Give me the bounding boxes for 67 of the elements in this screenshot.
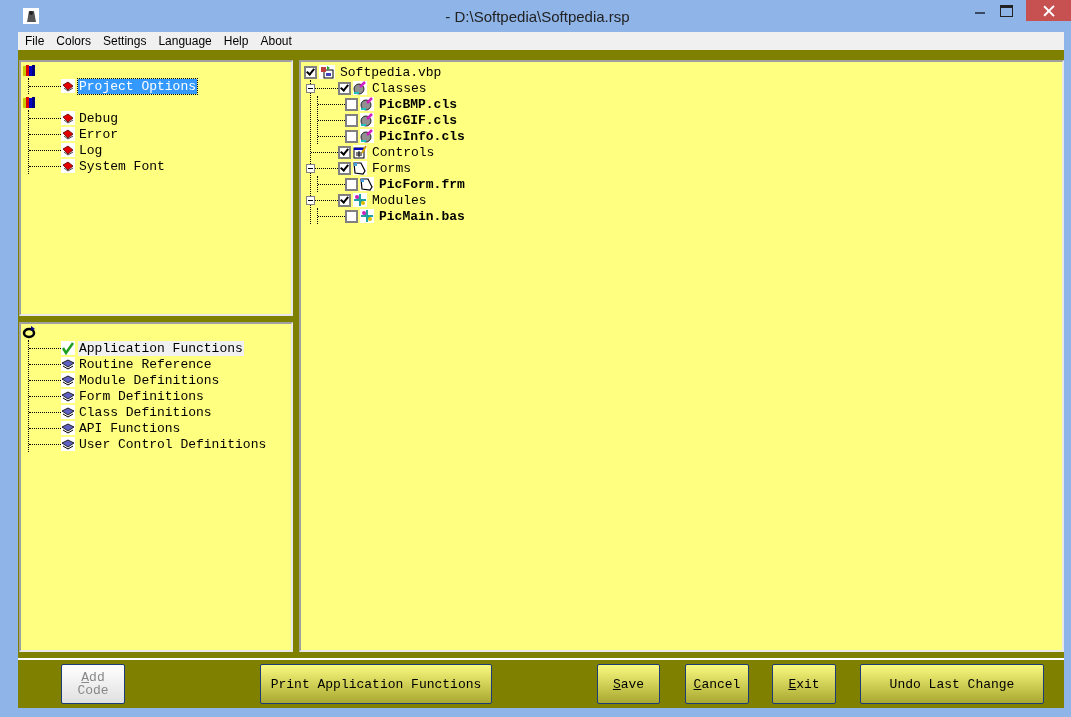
tree-item[interactable]: Forms [372, 160, 411, 176]
tree-item[interactable]: API Functions [78, 420, 182, 436]
book-icon [61, 159, 75, 173]
tree-item[interactable]: System Font [78, 158, 166, 174]
tree-item[interactable]: Module Definitions [78, 372, 221, 388]
checkbox[interactable] [345, 129, 358, 143]
checkbox[interactable] [345, 177, 358, 191]
collapse-toggle-icon[interactable] [306, 83, 315, 93]
checkbox[interactable] [345, 97, 358, 111]
tree-item[interactable]: Routine Reference [78, 356, 213, 372]
class-icon [360, 113, 374, 127]
collapse-toggle-icon[interactable] [306, 195, 315, 205]
checkbox[interactable] [338, 145, 351, 159]
tree-item[interactable]: PicMain.bas [379, 208, 465, 224]
form-icon [360, 177, 374, 191]
class-icon [353, 81, 367, 95]
checkbox[interactable] [345, 209, 358, 223]
checkbox[interactable] [338, 193, 351, 207]
menu-item[interactable]: Help [220, 34, 255, 48]
checkbox[interactable] [345, 113, 358, 127]
class-icon [360, 97, 374, 111]
checkbox[interactable] [338, 161, 351, 175]
tree-item[interactable]: User Control Definitions [78, 436, 268, 452]
checkbox[interactable] [304, 65, 317, 79]
project-icon [319, 65, 335, 79]
tree-item[interactable]: Class Definitions [78, 404, 213, 420]
close-button[interactable] [1026, 0, 1071, 21]
tree-item[interactable]: Modules [372, 192, 427, 208]
action-button[interactable]: Print Application Functions [260, 664, 492, 705]
tree-item[interactable]: Classes [372, 80, 427, 96]
check-icon [61, 341, 75, 355]
controls-icon [353, 145, 367, 159]
action-button[interactable]: Save [597, 664, 660, 705]
tree-item[interactable]: Log [78, 142, 104, 158]
menu-item[interactable]: Colors [53, 34, 98, 48]
book-icon [61, 111, 75, 125]
book-icon [61, 143, 75, 157]
menu-item[interactable]: About [257, 34, 298, 48]
action-button[interactable]: Cancel [685, 664, 749, 705]
module-icon [360, 209, 374, 223]
checkbox[interactable] [338, 81, 351, 95]
book-icon [61, 79, 75, 93]
books-icon [22, 95, 36, 109]
tree-item[interactable]: PicBMP.cls [379, 96, 457, 112]
menu-item[interactable]: Language [155, 34, 218, 48]
menu-item[interactable]: File [22, 34, 51, 48]
app-icon[interactable] [23, 8, 39, 24]
tree-item[interactable]: PicForm.frm [379, 176, 465, 192]
tree-item[interactable]: Application Functions [78, 340, 244, 356]
book-icon [61, 127, 75, 141]
module-icon [353, 193, 367, 207]
books-icon [22, 63, 36, 77]
action-button[interactable]: Exit [772, 664, 836, 705]
tree-item[interactable]: Controls [372, 144, 435, 160]
collapse-toggle-icon[interactable] [306, 163, 315, 173]
form-icon [353, 161, 367, 175]
tree-item[interactable]: Error [78, 126, 119, 142]
tree-item[interactable]: PicGIF.cls [379, 112, 457, 128]
tree-item[interactable]: PicInfo.cls [379, 128, 465, 144]
tree-item[interactable]: Form Definitions [78, 388, 205, 404]
tree-item[interactable]: Debug [78, 110, 119, 126]
tree-item[interactable]: Softpedia.vbp [340, 64, 442, 80]
link-icon [22, 325, 36, 339]
action-button[interactable]: Undo Last Change [860, 664, 1044, 705]
menu-item[interactable]: Settings [100, 34, 153, 48]
window-title: - D:\Softpedia\Softpedia.rsp [445, 7, 630, 25]
class-icon [360, 129, 374, 143]
